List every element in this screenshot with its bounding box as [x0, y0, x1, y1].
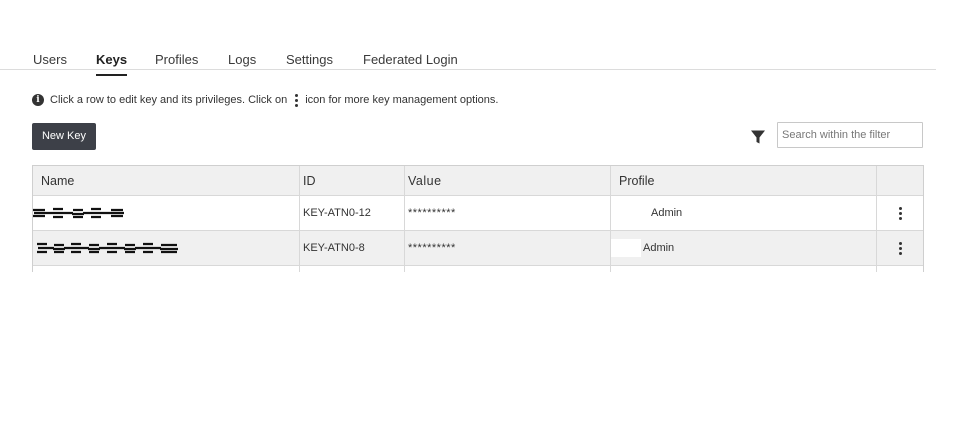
info-text-before: Click a row to edit key and its privileg… [50, 94, 288, 106]
tab-keys[interactable]: Keys [96, 52, 128, 76]
key-name-redacted [33, 231, 300, 265]
table-row[interactable]: KEY-ATN0-8 ********** Admin [33, 231, 923, 266]
column-header-actions [877, 166, 923, 195]
tab-logs[interactable]: Logs [228, 52, 256, 67]
column-header-name[interactable]: Name [33, 166, 300, 195]
column-header-profile[interactable]: Profile [611, 166, 877, 195]
key-id: KEY-ATN0-8 [300, 231, 405, 265]
table-row[interactable]: KEY-ATN0-12 ********** Admin [33, 196, 923, 231]
tab-users[interactable]: Users [33, 52, 67, 67]
row-actions-cell [877, 266, 923, 272]
profile-label: Admin [651, 207, 683, 219]
keys-panel: Users Keys Profiles Logs Settings Federa… [0, 40, 936, 272]
info-text-after: icon for more key management options. [305, 94, 499, 106]
key-id: KEY-ATN0-12 [300, 196, 405, 230]
column-header-value[interactable]: Value [405, 166, 611, 195]
kebab-menu-icon [295, 93, 299, 107]
profile-color-swatch [611, 239, 641, 257]
profile-color-swatch [619, 204, 649, 222]
tab-bar: Users Keys Profiles Logs Settings Federa… [0, 40, 936, 76]
kebab-menu-icon[interactable] [898, 206, 902, 220]
column-header-id[interactable]: ID [300, 166, 405, 195]
key-id-cell [300, 266, 405, 272]
info-circle-icon: i [32, 94, 44, 106]
keys-table: Name ID Value Profile KEY-ATN0-12 ******… [32, 165, 924, 272]
key-profile-cell [611, 266, 877, 272]
kebab-menu-icon[interactable] [898, 241, 902, 255]
page: Users Keys Profiles Logs Settings Federa… [0, 0, 960, 432]
new-key-button[interactable]: New Key [32, 123, 96, 150]
tab-profiles[interactable]: Profiles [155, 52, 198, 67]
tab-settings[interactable]: Settings [286, 52, 333, 67]
key-profile: Admin [611, 231, 877, 265]
key-name-cell [33, 266, 300, 272]
row-actions [877, 231, 923, 265]
table-header-row: Name ID Value Profile [33, 166, 923, 196]
redacted-scribble [37, 242, 178, 254]
key-value: ********** [405, 196, 611, 230]
filter-funnel-icon[interactable] [750, 129, 766, 145]
redacted-scribble [33, 207, 124, 219]
row-actions [877, 196, 923, 230]
key-profile: Admin [611, 196, 877, 230]
tab-federated-login[interactable]: Federated Login [363, 52, 458, 67]
search-filter-input[interactable] [777, 122, 923, 148]
table-row[interactable] [33, 266, 923, 272]
key-value: ********** [405, 231, 611, 265]
info-message: i Click a row to edit key and its privil… [32, 92, 498, 108]
key-name-redacted [33, 196, 300, 230]
profile-label: Admin [643, 242, 675, 254]
key-value-cell [405, 266, 611, 272]
